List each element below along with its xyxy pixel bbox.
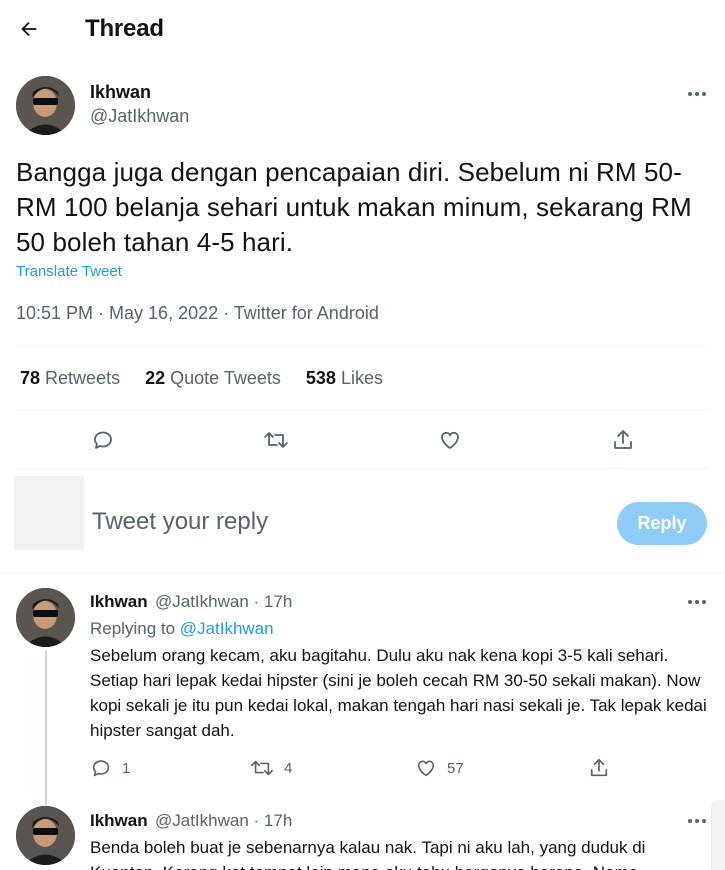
reply-count: 1 xyxy=(122,759,131,777)
replying-to-link[interactable]: @JatIkhwan xyxy=(180,619,274,638)
heart-icon xyxy=(441,431,459,449)
retweets-stat[interactable]: 78 Retweets xyxy=(20,368,120,389)
divider xyxy=(16,409,709,410)
author-name[interactable]: Ikhwan xyxy=(90,82,151,103)
avatar[interactable] xyxy=(16,588,75,647)
reply-share-button[interactable] xyxy=(588,756,610,780)
translate-tweet-link[interactable]: Translate Tweet xyxy=(16,263,122,280)
reply-submit-button[interactable]: Reply xyxy=(617,502,707,545)
divider xyxy=(0,572,725,573)
reply-bubble-icon xyxy=(92,760,110,777)
avatar[interactable] xyxy=(16,76,75,135)
back-button[interactable] xyxy=(14,14,44,44)
divider xyxy=(16,468,709,469)
avatar-photo-icon xyxy=(16,76,75,135)
retweet-count: 4 xyxy=(284,759,293,777)
more-button[interactable] xyxy=(684,811,710,831)
quote-tweets-stat[interactable]: 22 Quote Tweets xyxy=(145,368,281,389)
reply-author-handle-time[interactable]: @JatIkhwan · 17h xyxy=(155,592,292,612)
arrow-left-icon xyxy=(21,21,37,37)
reply-input[interactable]: Tweet your reply xyxy=(92,508,268,536)
reply-reply-button[interactable]: 1 xyxy=(90,756,130,780)
avatar-photo-icon xyxy=(16,588,75,647)
more-button[interactable] xyxy=(684,592,710,612)
tweet-text: Bangga juga dengan pencapaian diri. Sebe… xyxy=(16,157,692,257)
reply-author-name[interactable]: Ikhwan xyxy=(90,592,148,612)
reply-retweet-button[interactable]: 4 xyxy=(250,756,292,780)
divider xyxy=(16,346,709,347)
share-icon xyxy=(590,758,608,777)
replying-to-label: Replying to @JatIkhwan xyxy=(90,619,274,638)
reply-button[interactable] xyxy=(88,425,118,455)
reply-author-name[interactable]: Ikhwan xyxy=(90,811,148,831)
more-button[interactable] xyxy=(684,84,710,104)
page-title: Thread xyxy=(85,15,164,42)
avatar-photo-icon xyxy=(16,806,75,865)
like-count: 57 xyxy=(447,759,464,777)
thread-connector-line xyxy=(45,650,47,805)
retweet-button[interactable] xyxy=(261,425,291,455)
author-handle[interactable]: @JatIkhwan xyxy=(90,106,189,127)
like-button[interactable] xyxy=(435,425,465,455)
more-horizontal-icon xyxy=(688,92,706,96)
reply-bubble-icon xyxy=(94,431,112,449)
scrollbar[interactable] xyxy=(711,800,725,870)
retweet-icon xyxy=(251,760,273,776)
share-icon xyxy=(614,430,632,449)
reply-author-handle-time[interactable]: @JatIkhwan · 17h xyxy=(155,811,292,831)
composer-avatar xyxy=(14,476,84,550)
more-horizontal-icon xyxy=(688,819,706,823)
reply-text: Sebelum orang kecam, aku bagitahu. Dulu … xyxy=(90,646,707,740)
tweet-stats: 78 Retweets 22 Quote Tweets 538 Likes xyxy=(20,368,408,389)
more-horizontal-icon xyxy=(688,600,706,604)
reply-like-button[interactable]: 57 xyxy=(415,756,464,780)
likes-stat[interactable]: 538 Likes xyxy=(306,368,383,389)
thread-header: Thread xyxy=(0,0,725,60)
heart-icon xyxy=(417,760,435,777)
retweet-icon xyxy=(264,432,288,448)
reply-text: Benda boleh buat je sebenarnya kalau nak… xyxy=(90,838,646,870)
tweet-timestamp[interactable]: 10:51 PM · May 16, 2022 · Twitter for An… xyxy=(16,303,379,324)
share-button[interactable] xyxy=(608,425,638,455)
avatar[interactable] xyxy=(16,806,75,865)
